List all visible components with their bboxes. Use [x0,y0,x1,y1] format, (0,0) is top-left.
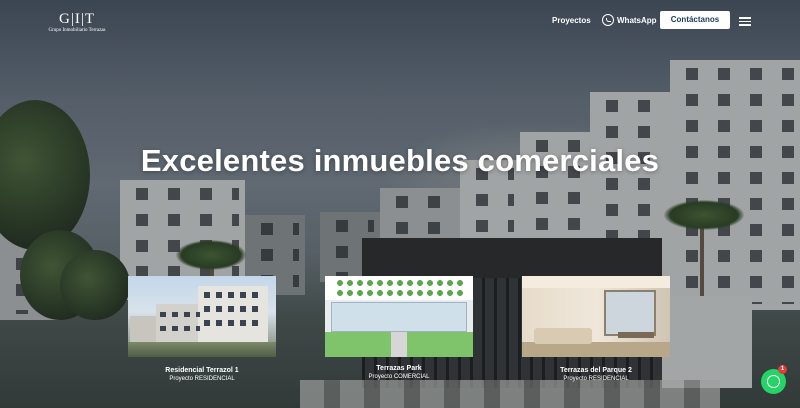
project-card-terrazas-park[interactable]: Terrazas Park Proyecto COMERCIAL [325,276,473,381]
nav-link-projects[interactable]: Proyectos [552,16,591,25]
whatsapp-icon [602,14,614,26]
project-image[interactable] [522,276,670,357]
project-type: Proyecto RESIDENCIAL [563,376,629,382]
contact-button[interactable]: Contáctanos [660,11,730,29]
whatsapp-label: WhatsApp [617,15,657,25]
logo-subtitle: Grupo Inmobiliario Terrazas [48,28,106,33]
project-image[interactable] [325,276,473,357]
logo-mark: G|I|T [59,11,95,27]
project-type: Proyecto RESIDENCIAL [169,376,235,382]
floating-whatsapp-button[interactable]: 1 [761,365,787,394]
project-type: Proyecto COMERCIAL [368,374,430,380]
project-card-terrazas-del-parque-2[interactable]: Terrazas del Parque 2 Proyecto RESIDENCI… [522,276,670,383]
project-title[interactable]: Residencial Terrazol 1 [128,366,276,375]
project-title[interactable]: Terrazas del Parque 2 [522,366,670,375]
whatsapp-icon [767,375,780,388]
hero-headline: Excelentes inmuebles comerciales [140,143,660,178]
project-image[interactable] [128,276,276,357]
hamburger-menu-icon[interactable] [739,17,751,26]
nav-link-whatsapp[interactable]: WhatsApp [602,14,657,26]
site-logo[interactable]: G|I|T Grupo Inmobiliario Terrazas [46,10,108,34]
project-card-terrazol-1[interactable]: Residencial Terrazol 1 Proyecto RESIDENC… [128,276,276,383]
notification-badge: 1 [778,365,787,374]
project-title[interactable]: Terrazas Park [325,364,473,373]
